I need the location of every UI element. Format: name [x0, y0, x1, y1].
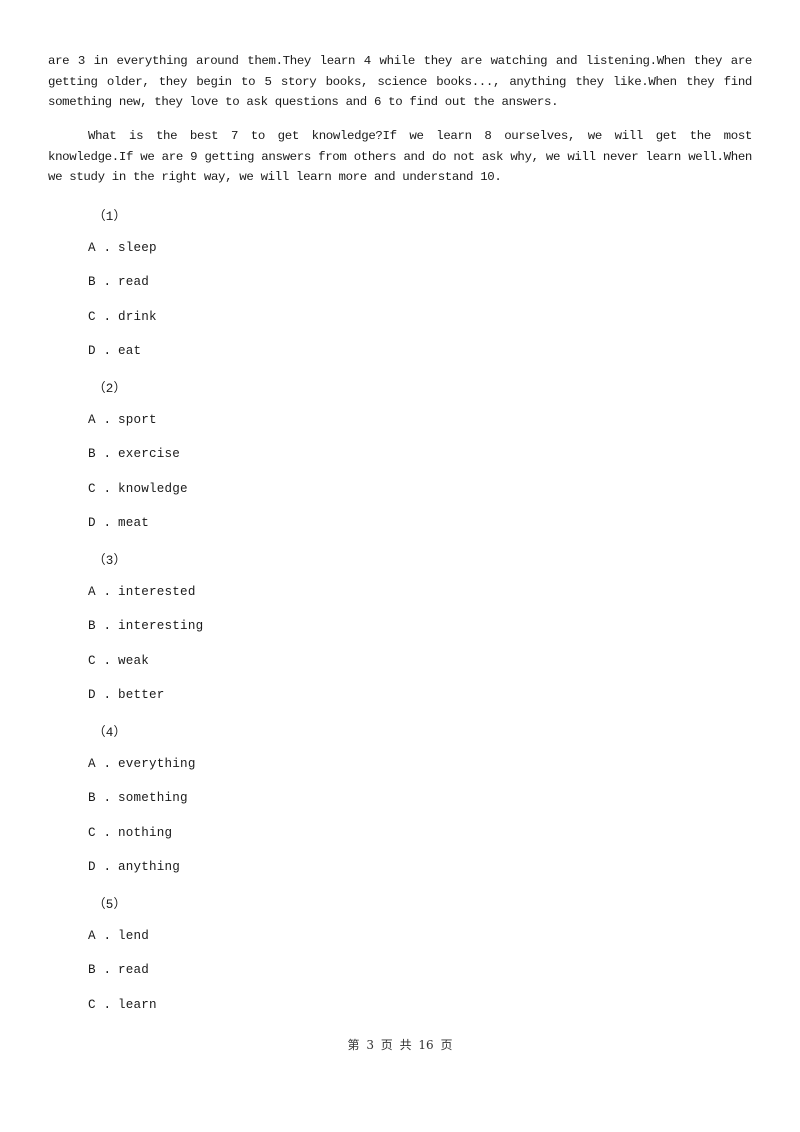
- question-4-option-d[interactable]: D . anything: [88, 860, 180, 874]
- option-text: learn: [118, 998, 157, 1012]
- option-text: sleep: [118, 241, 157, 255]
- question-2-option-d[interactable]: D . meat: [88, 516, 149, 530]
- option-text: everything: [118, 757, 196, 771]
- option-text: read: [118, 963, 150, 977]
- option-text: weak: [118, 654, 150, 668]
- option-letter: D .: [88, 516, 112, 530]
- question-3-label: （3）: [93, 554, 127, 568]
- question-2-label: （2）: [93, 382, 127, 396]
- option-text: eat: [118, 344, 142, 358]
- option-letter: A .: [88, 241, 112, 255]
- question-1-option-b[interactable]: B . read: [88, 275, 149, 289]
- passage-paragraph-1: are 3 in everything around them.They lea…: [48, 54, 752, 109]
- option-text: anything: [118, 860, 181, 874]
- option-text: nothing: [118, 826, 173, 840]
- page-number-footer: 第 3 页 共 16 页: [347, 1038, 453, 1052]
- question-1-label: （1）: [93, 210, 127, 224]
- option-text: meat: [118, 516, 150, 530]
- option-text: read: [118, 275, 150, 289]
- option-text: knowledge: [118, 482, 188, 496]
- question-4-label: （4）: [93, 726, 127, 740]
- option-letter: A .: [88, 929, 112, 943]
- option-text: sport: [118, 413, 157, 427]
- question-3-option-d[interactable]: D . better: [88, 688, 165, 702]
- question-2-option-c[interactable]: C . knowledge: [88, 482, 188, 496]
- option-text: interesting: [118, 619, 204, 633]
- option-letter: A .: [88, 585, 112, 599]
- option-letter: D .: [88, 688, 112, 702]
- option-text: something: [118, 791, 188, 805]
- question-3-option-a[interactable]: A . interested: [88, 585, 196, 599]
- passage-paragraph-2: What is the best 7 to get knowledge?If w…: [48, 129, 752, 184]
- question-2-option-a[interactable]: A . sport: [88, 413, 157, 427]
- option-letter: B .: [88, 447, 112, 461]
- question-1-option-c[interactable]: C . drink: [88, 310, 157, 324]
- option-text: exercise: [118, 447, 181, 461]
- question-4-option-b[interactable]: B . something: [88, 791, 188, 805]
- option-letter: C .: [88, 482, 112, 496]
- option-letter: B .: [88, 275, 112, 289]
- option-letter: D .: [88, 860, 112, 874]
- option-letter: B .: [88, 791, 112, 805]
- question-5-option-a[interactable]: A . lend: [88, 929, 149, 943]
- option-letter: C .: [88, 826, 112, 840]
- option-letter: A .: [88, 413, 112, 427]
- question-5-option-b[interactable]: B . read: [88, 963, 149, 977]
- option-letter: C .: [88, 654, 112, 668]
- document-page: are 3 in everything around them.They lea…: [0, 0, 800, 1132]
- option-letter: B .: [88, 619, 112, 633]
- option-text: lend: [118, 929, 150, 943]
- option-letter: B .: [88, 963, 112, 977]
- option-letter: C .: [88, 998, 112, 1012]
- option-text: drink: [118, 310, 157, 324]
- option-letter: D .: [88, 344, 112, 358]
- question-5-option-c[interactable]: C . learn: [88, 998, 157, 1012]
- question-2-option-b[interactable]: B . exercise: [88, 447, 180, 461]
- question-1-option-a[interactable]: A . sleep: [88, 241, 157, 255]
- question-5-label: （5）: [93, 898, 127, 912]
- question-4-option-c[interactable]: C . nothing: [88, 826, 172, 840]
- question-1-option-d[interactable]: D . eat: [88, 344, 141, 358]
- option-letter: A .: [88, 757, 112, 771]
- option-text: interested: [118, 585, 196, 599]
- option-letter: C .: [88, 310, 112, 324]
- question-4-option-a[interactable]: A . everything: [88, 757, 196, 771]
- question-3-option-c[interactable]: C . weak: [88, 654, 149, 668]
- option-text: better: [118, 688, 165, 702]
- question-3-option-b[interactable]: B . interesting: [88, 619, 203, 633]
